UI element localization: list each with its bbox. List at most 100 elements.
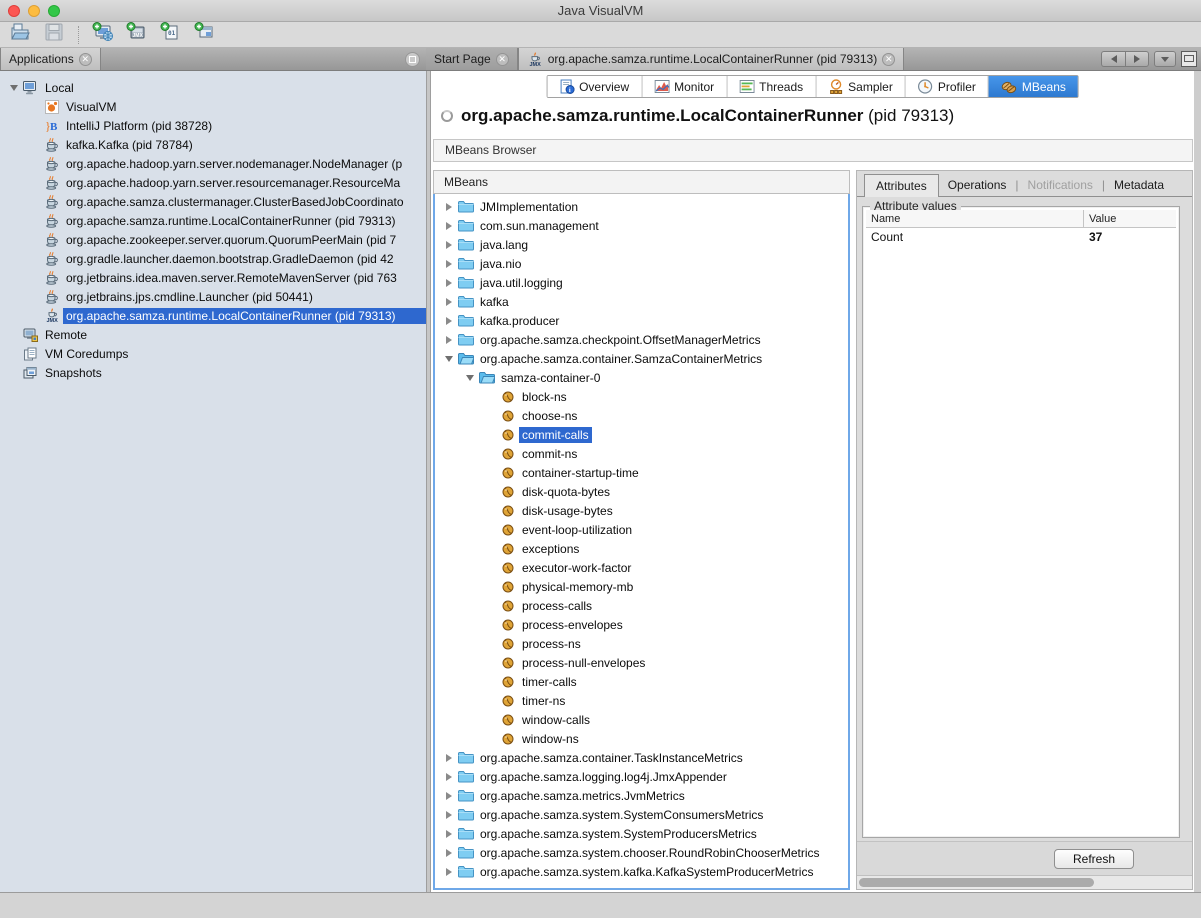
mbean-item-process-ns[interactable]: process-ns xyxy=(435,634,848,653)
mbean-item-org-apache-samza-container-taskinstancem[interactable]: org.apache.samza.container.TaskInstanceM… xyxy=(435,748,848,767)
mbean-item-event-loop-utilization[interactable]: event-loop-utilization xyxy=(435,520,848,539)
refresh-button[interactable]: Refresh xyxy=(1054,849,1134,869)
expand-arrow-icon[interactable] xyxy=(446,317,452,325)
mbean-item-timer-ns[interactable]: timer-ns xyxy=(435,691,848,710)
close-window-button[interactable] xyxy=(8,5,20,17)
mbean-item-window-calls[interactable]: window-calls xyxy=(435,710,848,729)
attr-tab-metadata[interactable]: Metadata xyxy=(1105,174,1173,196)
add-remote-host-button[interactable] xyxy=(91,24,115,46)
application-item-org-jetbrains-jps-cmdline-launcher-pid-5[interactable]: org.jetbrains.jps.cmdline.Launcher (pid … xyxy=(0,287,426,306)
expand-arrow-icon[interactable] xyxy=(446,336,452,344)
minimize-window-button[interactable] xyxy=(28,5,40,17)
close-icon[interactable]: ✕ xyxy=(79,53,92,66)
expand-arrow-icon[interactable] xyxy=(445,356,453,362)
subtab-sampler[interactable]: Sampler xyxy=(816,76,906,97)
mbean-item-block-ns[interactable]: block-ns xyxy=(435,387,848,406)
mbean-item-org-apache-samza-system-systemproducersm[interactable]: org.apache.samza.system.SystemProducersM… xyxy=(435,824,848,843)
mbean-item-org-apache-samza-metrics-jvmmetrics[interactable]: org.apache.samza.metrics.JvmMetrics xyxy=(435,786,848,805)
application-item-org-apache-zookeeper-server-quorum-quoru[interactable]: org.apache.zookeeper.server.quorum.Quoru… xyxy=(0,230,426,249)
expand-arrow-icon[interactable] xyxy=(446,279,452,287)
expand-arrow-icon[interactable] xyxy=(446,222,452,230)
expand-arrow-icon[interactable] xyxy=(446,241,452,249)
mbean-item-org-apache-samza-system-chooser-roundrob[interactable]: org.apache.samza.system.chooser.RoundRob… xyxy=(435,843,848,862)
scrollbar-thumb[interactable] xyxy=(859,878,1094,887)
expand-arrow-icon[interactable] xyxy=(446,868,452,876)
application-item-local[interactable]: Local xyxy=(0,78,426,97)
attr-tab-attributes[interactable]: Attributes xyxy=(864,174,939,197)
application-item-visualvm[interactable]: VisualVM xyxy=(0,97,426,116)
expand-arrow-icon[interactable] xyxy=(466,375,474,381)
expand-arrow-icon[interactable] xyxy=(446,849,452,857)
expand-arrow-icon[interactable] xyxy=(446,754,452,762)
expand-arrow-icon[interactable] xyxy=(446,773,452,781)
mbean-item-process-null-envelopes[interactable]: process-null-envelopes xyxy=(435,653,848,672)
application-item-org-gradle-launcher-daemon-bootstrap-gra[interactable]: org.gradle.launcher.daemon.bootstrap.Gra… xyxy=(0,249,426,268)
mbean-item-org-apache-samza-container-samzacontaine[interactable]: org.apache.samza.container.SamzaContaine… xyxy=(435,349,848,368)
expand-arrow-icon[interactable] xyxy=(446,811,452,819)
mbean-item-commit-ns[interactable]: commit-ns xyxy=(435,444,848,463)
prev-tab-button[interactable] xyxy=(1101,51,1125,67)
add-vm-coredump-button[interactable]: 01 xyxy=(159,24,183,46)
mbean-item-disk-quota-bytes[interactable]: disk-quota-bytes xyxy=(435,482,848,501)
add-jmx-connection-button[interactable]: JMX xyxy=(125,24,149,46)
mbean-item-samza-container-0[interactable]: samza-container-0 xyxy=(435,368,848,387)
tab-list-dropdown-button[interactable] xyxy=(1154,51,1176,67)
application-item-org-apache-hadoop-yarn-server-resourcema[interactable]: org.apache.hadoop.yarn.server.resourcema… xyxy=(0,173,426,192)
mbean-item-window-ns[interactable]: window-ns xyxy=(435,729,848,748)
mbean-item-process-envelopes[interactable]: process-envelopes xyxy=(435,615,848,634)
expand-arrow-icon[interactable] xyxy=(446,830,452,838)
mbean-item-choose-ns[interactable]: choose-ns xyxy=(435,406,848,425)
application-item-org-apache-hadoop-yarn-server-nodemanage[interactable]: org.apache.hadoop.yarn.server.nodemanage… xyxy=(0,154,426,173)
attr-tab-operations[interactable]: Operations xyxy=(939,174,1016,196)
mbean-item-org-apache-samza-checkpoint-offsetmanage[interactable]: org.apache.samza.checkpoint.OffsetManage… xyxy=(435,330,848,349)
mbean-item-org-apache-samza-system-systemconsumersm[interactable]: org.apache.samza.system.SystemConsumersM… xyxy=(435,805,848,824)
mbean-item-timer-calls[interactable]: timer-calls xyxy=(435,672,848,691)
application-item-org-apache-samza-clustermanager-clusterb[interactable]: org.apache.samza.clustermanager.ClusterB… xyxy=(0,192,426,211)
mbean-item-java-lang[interactable]: java.lang xyxy=(435,235,848,254)
mbean-item-disk-usage-bytes[interactable]: disk-usage-bytes xyxy=(435,501,848,520)
column-header-name[interactable]: Name xyxy=(866,210,1084,227)
column-header-value[interactable]: Value xyxy=(1084,213,1176,225)
expand-arrow-icon[interactable] xyxy=(446,792,452,800)
zoom-window-button[interactable] xyxy=(48,5,60,17)
subtab-profiler[interactable]: Profiler xyxy=(906,76,989,97)
mbean-item-process-calls[interactable]: process-calls xyxy=(435,596,848,615)
mbean-item-org-apache-samza-system-kafka-kafkasyste[interactable]: org.apache.samza.system.kafka.KafkaSyste… xyxy=(435,862,848,881)
close-icon[interactable]: ✕ xyxy=(882,53,895,66)
expand-arrow-icon[interactable] xyxy=(446,298,452,306)
mbean-item-java-nio[interactable]: java.nio xyxy=(435,254,848,273)
application-item-org-apache-samza-runtime-localcontainerr[interactable]: org.apache.samza.runtime.LocalContainerR… xyxy=(0,211,426,230)
application-item-org-jetbrains-idea-maven-server-remotema[interactable]: org.jetbrains.idea.maven.server.RemoteMa… xyxy=(0,268,426,287)
mbean-item-kafka-producer[interactable]: kafka.producer xyxy=(435,311,848,330)
mbean-item-com-sun-management[interactable]: com.sun.management xyxy=(435,216,848,235)
close-icon[interactable]: ✕ xyxy=(496,53,509,66)
application-item-intellij-platform-pid-38728-[interactable]: }BIntelliJ Platform (pid 38728) xyxy=(0,116,426,135)
maximize-view-button[interactable] xyxy=(1181,51,1197,67)
application-item-vm-coredumps[interactable]: VM Coredumps xyxy=(0,344,426,363)
subtab-monitor[interactable]: Monitor xyxy=(642,76,727,97)
float-panel-icon[interactable] xyxy=(405,52,420,67)
save-button[interactable] xyxy=(42,24,66,46)
mbean-item-java-util-logging[interactable]: java.util.logging xyxy=(435,273,848,292)
expand-arrow-icon[interactable] xyxy=(446,260,452,268)
horizontal-scrollbar[interactable] xyxy=(857,875,1192,889)
application-item-remote[interactable]: Remote xyxy=(0,325,426,344)
application-item-org-apache-samza-runtime-localcontainerr[interactable]: JMXorg.apache.samza.runtime.LocalContain… xyxy=(0,306,426,325)
mbean-item-exceptions[interactable]: exceptions xyxy=(435,539,848,558)
document-tab-start-page[interactable]: Start Page✕ xyxy=(426,48,518,70)
load-snapshot-button[interactable] xyxy=(8,24,32,46)
document-tab-local-container-runner[interactable]: JMXorg.apache.samza.runtime.LocalContain… xyxy=(518,48,905,70)
mbean-item-physical-memory-mb[interactable]: physical-memory-mb xyxy=(435,577,848,596)
subtab-threads[interactable]: Threads xyxy=(727,76,816,97)
application-item-snapshots[interactable]: Snapshots xyxy=(0,363,426,382)
mbean-item-jmimplementation[interactable]: JMImplementation xyxy=(435,197,848,216)
application-item-kafka-kafka-pid-78784-[interactable]: kafka.Kafka (pid 78784) xyxy=(0,135,426,154)
mbean-item-org-apache-samza-logging-log4j-jmxappend[interactable]: org.apache.samza.logging.log4j.JmxAppend… xyxy=(435,767,848,786)
mbean-item-executor-work-factor[interactable]: executor-work-factor xyxy=(435,558,848,577)
next-tab-button[interactable] xyxy=(1125,51,1149,67)
mbean-item-container-startup-time[interactable]: container-startup-time xyxy=(435,463,848,482)
expand-arrow-icon[interactable] xyxy=(10,85,18,91)
subtab-mbeans[interactable]: MBeans xyxy=(989,76,1078,97)
tab-applications[interactable]: Applications ✕ xyxy=(0,48,101,70)
subtab-overview[interactable]: iOverview xyxy=(547,76,642,97)
